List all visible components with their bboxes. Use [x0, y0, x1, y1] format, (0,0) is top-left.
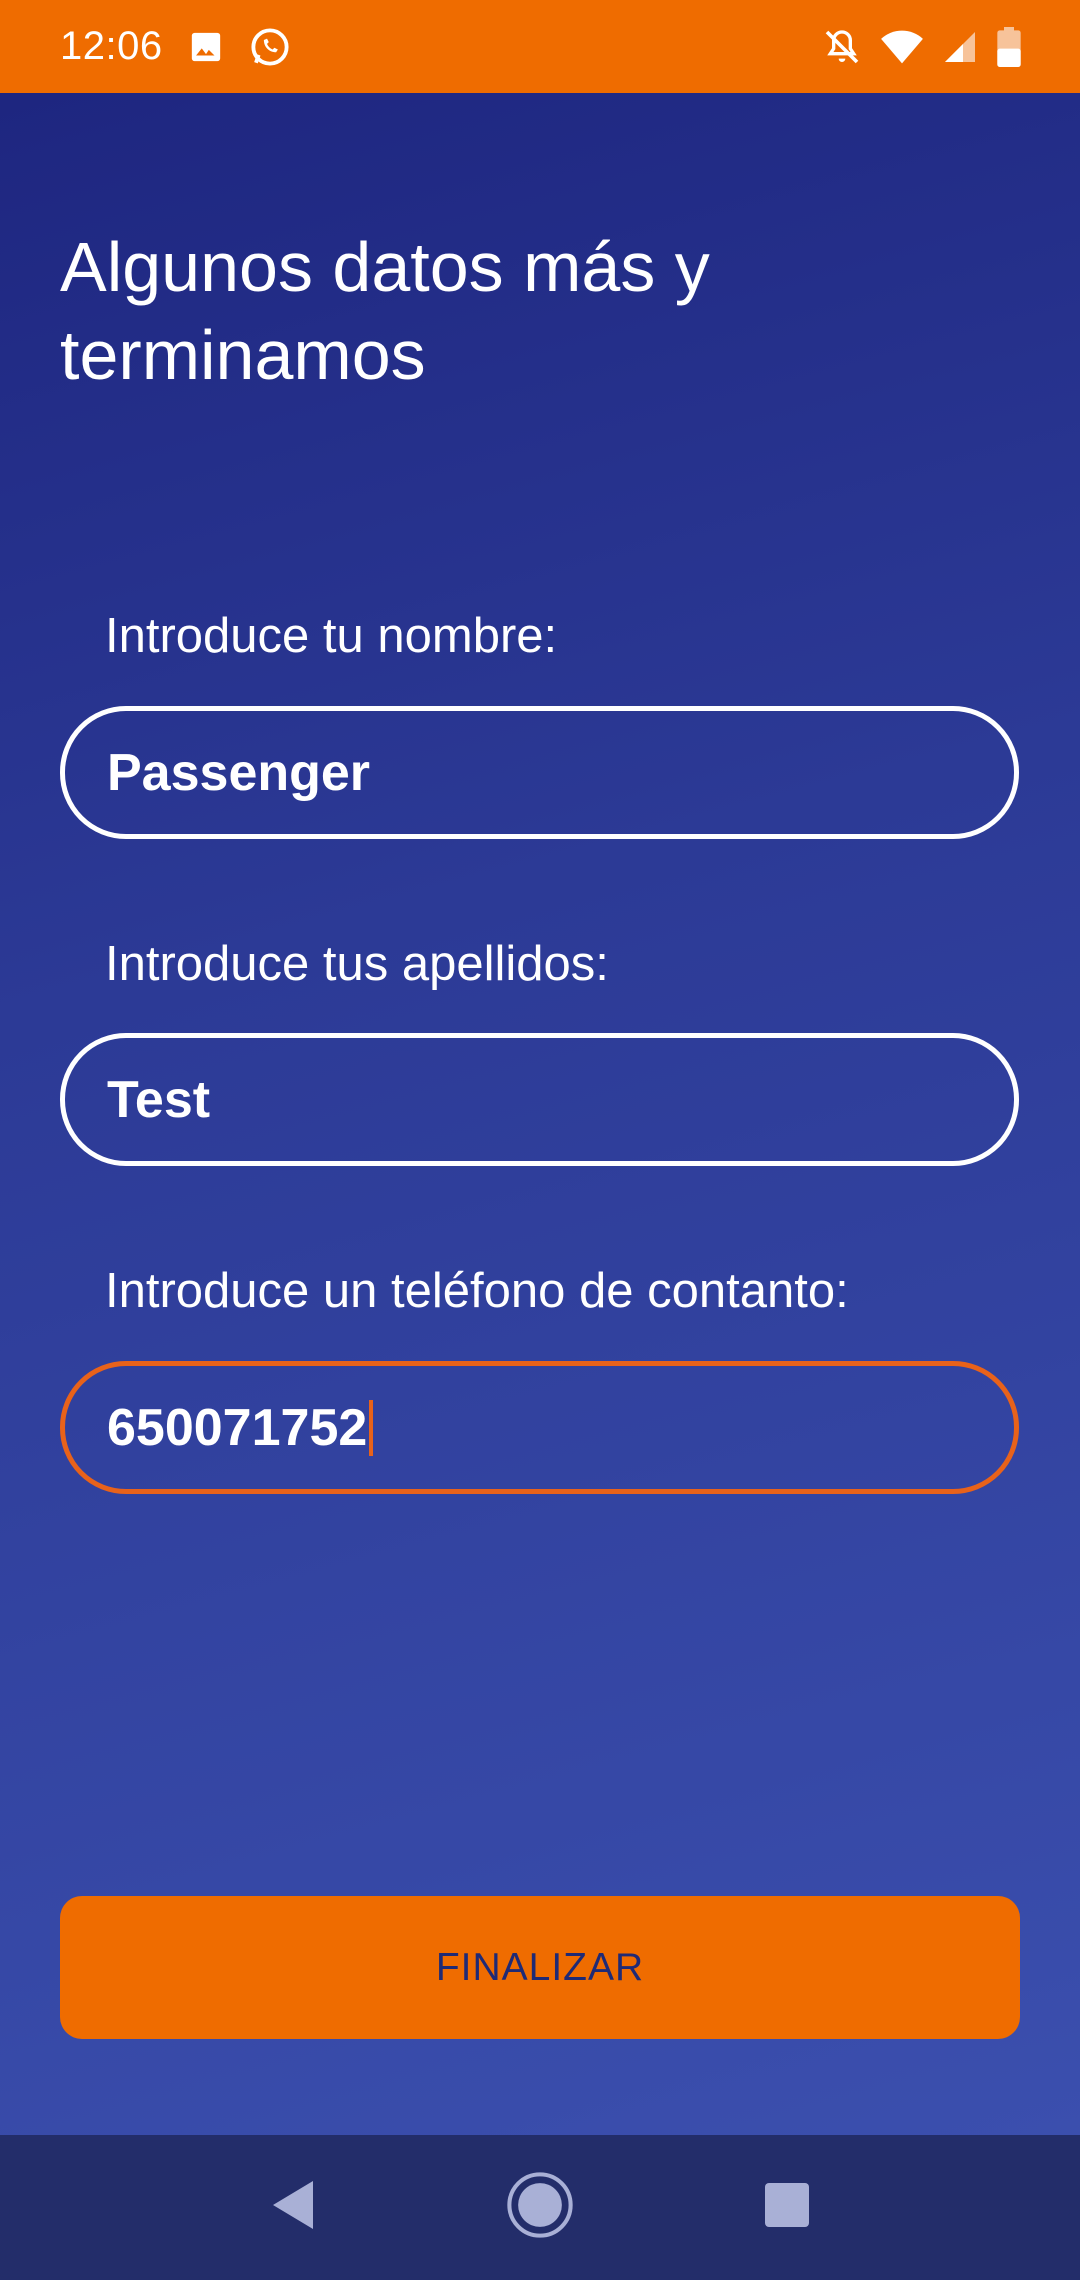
notifications-off-icon	[822, 27, 862, 67]
name-label: Introduce tu nombre:	[105, 609, 558, 663]
navigation-bar	[0, 2135, 1080, 2280]
name-field[interactable]: Passenger	[60, 706, 1019, 839]
whatsapp-icon	[249, 26, 291, 68]
name-value: Passenger	[107, 743, 371, 802]
back-button[interactable]	[243, 2158, 343, 2258]
recents-icon	[763, 2181, 811, 2234]
surname-label: Introduce tus apellidos:	[105, 937, 609, 991]
text-cursor	[369, 1399, 374, 1456]
recents-button[interactable]	[737, 2158, 837, 2258]
page-title: Algunos datos más y terminamos	[60, 228, 710, 394]
wifi-icon	[880, 27, 924, 67]
status-bar: 12:06	[0, 0, 1080, 93]
surname-value: Test	[107, 1070, 211, 1129]
finish-button[interactable]: FINALIZAR	[60, 1896, 1020, 2039]
signal-icon	[942, 29, 978, 65]
back-icon	[269, 2179, 317, 2236]
phone-field[interactable]: 650071752	[60, 1361, 1019, 1494]
home-icon	[505, 2170, 575, 2245]
status-left: 12:06	[60, 24, 291, 69]
home-button[interactable]	[490, 2158, 590, 2258]
battery-icon	[996, 26, 1022, 67]
image-icon	[189, 30, 223, 64]
phone-label: Introduce un teléfono de contanto:	[105, 1264, 849, 1318]
status-right	[822, 26, 1022, 67]
status-time: 12:06	[60, 24, 163, 68]
surname-field[interactable]: Test	[60, 1033, 1019, 1166]
main-content: Algunos datos más y terminamos Introduce…	[0, 93, 1080, 2135]
phone-value: 650071752	[107, 1398, 368, 1457]
